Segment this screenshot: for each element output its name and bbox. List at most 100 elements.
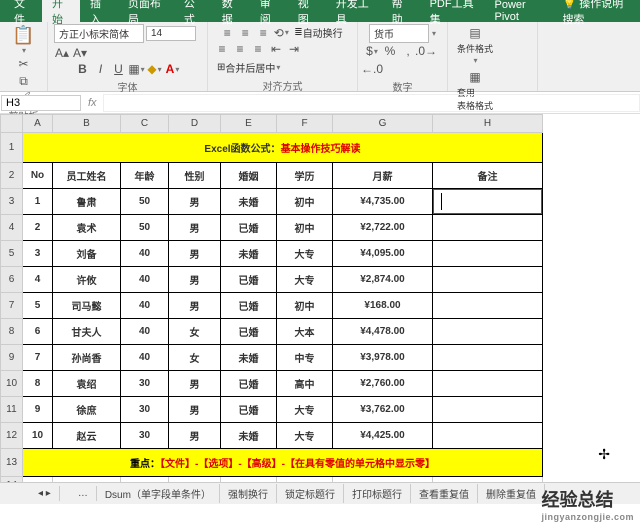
cell-name[interactable]: 孙尚香: [53, 345, 121, 371]
col-header[interactable]: A: [23, 115, 53, 133]
decrease-font-icon[interactable]: A▾: [72, 45, 88, 61]
cell-edu[interactable]: 初中: [277, 189, 333, 215]
cell-sex[interactable]: 女: [169, 345, 221, 371]
tab-nav[interactable]: ◂ ▸: [30, 486, 60, 501]
cell-salary[interactable]: ¥168.00: [333, 293, 433, 319]
cell-name[interactable]: 袁绍: [53, 371, 121, 397]
merge-center-button[interactable]: ⊞ 合并后居中▾: [214, 59, 283, 76]
fill-color-icon[interactable]: ◆▾: [147, 61, 163, 77]
cell-salary[interactable]: ¥4,095.00: [333, 241, 433, 267]
align-bottom-icon[interactable]: ≡: [255, 25, 271, 41]
cell-sex[interactable]: 男: [169, 215, 221, 241]
table-header[interactable]: 性别: [169, 163, 221, 189]
table-header[interactable]: 年龄: [121, 163, 169, 189]
cell-no[interactable]: 8: [23, 371, 53, 397]
sheet-tab[interactable]: 删除重复值: [478, 484, 545, 503]
cell-name[interactable]: 徐庶: [53, 397, 121, 423]
cell-sex[interactable]: 男: [169, 189, 221, 215]
cell-mar[interactable]: 已婚: [221, 319, 277, 345]
cell-note[interactable]: [433, 189, 543, 215]
row-header[interactable]: 10: [1, 371, 23, 397]
row-header[interactable]: 11: [1, 397, 23, 423]
cell-mar[interactable]: 已婚: [221, 397, 277, 423]
cell-sex[interactable]: 男: [169, 397, 221, 423]
select-all[interactable]: [1, 115, 23, 133]
cell-age[interactable]: 50: [121, 215, 169, 241]
wrap-text-button[interactable]: ≣ 自动换行: [291, 24, 345, 41]
comma-icon[interactable]: ,: [400, 43, 416, 59]
italic-icon[interactable]: I: [93, 61, 109, 77]
cell-name[interactable]: 袁术: [53, 215, 121, 241]
cell-salary[interactable]: ¥4,478.00: [333, 319, 433, 345]
cell-edu[interactable]: 大专: [277, 397, 333, 423]
cell-edu[interactable]: 大本: [277, 319, 333, 345]
cell-age[interactable]: 40: [121, 293, 169, 319]
sheet-tab[interactable]: 强制换行: [220, 484, 277, 503]
cell-mar[interactable]: 未婚: [221, 241, 277, 267]
col-header[interactable]: E: [221, 115, 277, 133]
table-header[interactable]: 员工姓名: [53, 163, 121, 189]
paste-button[interactable]: 📋▾: [10, 24, 38, 56]
cell-salary[interactable]: ¥4,735.00: [333, 189, 433, 215]
cell-note[interactable]: [433, 293, 543, 319]
align-middle-icon[interactable]: ≡: [237, 25, 253, 41]
cell-age[interactable]: 30: [121, 397, 169, 423]
cell-mar[interactable]: 未婚: [221, 345, 277, 371]
cell-note[interactable]: [433, 215, 543, 241]
col-header[interactable]: B: [53, 115, 121, 133]
col-header[interactable]: D: [169, 115, 221, 133]
cell-age[interactable]: 40: [121, 319, 169, 345]
cell-salary[interactable]: ¥4,425.00: [333, 423, 433, 449]
fx-icon[interactable]: fx: [82, 97, 103, 109]
cell-no[interactable]: 7: [23, 345, 53, 371]
col-header[interactable]: H: [433, 115, 543, 133]
cell-no[interactable]: 1: [23, 189, 53, 215]
cell-sex[interactable]: 男: [169, 241, 221, 267]
tell-me[interactable]: 💡 操作说明搜索: [552, 0, 640, 30]
cell-mar[interactable]: 已婚: [221, 371, 277, 397]
orientation-icon[interactable]: ⟲▾: [273, 25, 289, 41]
cell-name[interactable]: 赵云: [53, 423, 121, 449]
cell-age[interactable]: 50: [121, 189, 169, 215]
align-left-icon[interactable]: ≡: [214, 41, 230, 57]
indent-inc-icon[interactable]: ⇥: [286, 41, 302, 57]
cell-age[interactable]: 40: [121, 345, 169, 371]
row-header[interactable]: 8: [1, 319, 23, 345]
cell-sex[interactable]: 男: [169, 267, 221, 293]
cell-salary[interactable]: ¥3,762.00: [333, 397, 433, 423]
row-header[interactable]: 5: [1, 241, 23, 267]
table-header[interactable]: 月薪: [333, 163, 433, 189]
row-header[interactable]: 13: [1, 449, 23, 477]
cell-sex[interactable]: 女: [169, 319, 221, 345]
table-header[interactable]: No: [23, 163, 53, 189]
cell-mar[interactable]: 已婚: [221, 267, 277, 293]
conditional-format-button[interactable]: ▤条件格式▾: [454, 24, 496, 66]
cut-icon[interactable]: ✂: [16, 56, 32, 72]
cell-mar[interactable]: 已婚: [221, 293, 277, 319]
cell-no[interactable]: 5: [23, 293, 53, 319]
cell-salary[interactable]: ¥2,722.00: [333, 215, 433, 241]
cell-sex[interactable]: 男: [169, 293, 221, 319]
font-color-icon[interactable]: A▾: [165, 61, 181, 77]
cell-note[interactable]: [433, 319, 543, 345]
cell-name[interactable]: 刘备: [53, 241, 121, 267]
cell-mar[interactable]: 未婚: [221, 189, 277, 215]
formula-bar[interactable]: [103, 94, 640, 112]
sheet-tab[interactable]: 打印标题行: [344, 484, 411, 503]
indent-dec-icon[interactable]: ⇤: [268, 41, 284, 57]
sheet-tab-more[interactable]: …: [70, 486, 97, 501]
cell-name[interactable]: 甘夫人: [53, 319, 121, 345]
title-cell[interactable]: Excel函数公式：基本操作技巧解读: [23, 133, 543, 163]
cell-no[interactable]: 2: [23, 215, 53, 241]
cell-mar[interactable]: 已婚: [221, 215, 277, 241]
sheet-tab[interactable]: 查看重复值: [411, 484, 478, 503]
cell-edu[interactable]: 高中: [277, 371, 333, 397]
row-header[interactable]: 9: [1, 345, 23, 371]
cell-edu[interactable]: 中专: [277, 345, 333, 371]
cell-note[interactable]: [433, 371, 543, 397]
row-header[interactable]: 6: [1, 267, 23, 293]
cell-sex[interactable]: 男: [169, 371, 221, 397]
cell-mar[interactable]: 未婚: [221, 423, 277, 449]
name-box[interactable]: [1, 95, 81, 111]
cell-name[interactable]: 鲁肃: [53, 189, 121, 215]
